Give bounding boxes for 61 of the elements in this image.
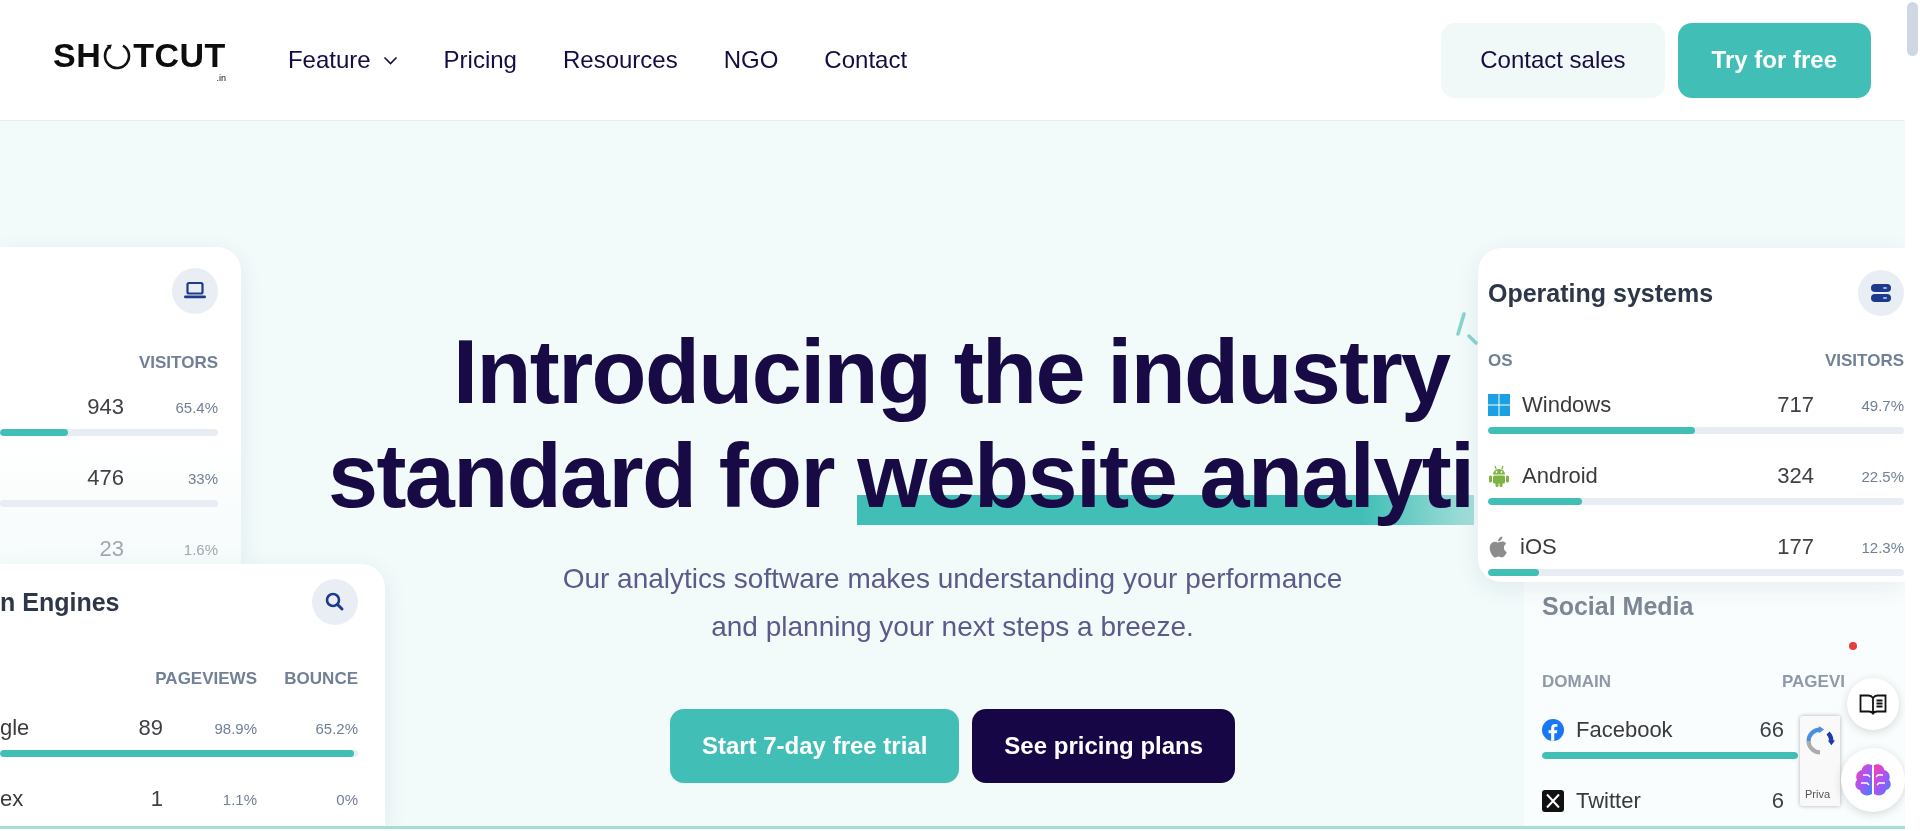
server-icon (1858, 270, 1904, 316)
row-label: gle (0, 715, 30, 741)
laptop-icon (172, 268, 218, 314)
badge-label: Priva (1805, 788, 1831, 800)
column-header: VISITORS (1824, 351, 1904, 371)
book-icon (1859, 693, 1887, 715)
windows-logo-icon (1488, 394, 1510, 416)
nav-link[interactable]: Pricing (443, 46, 517, 74)
count-value: 476 (87, 465, 124, 491)
percent-value: 98.9% (214, 719, 257, 737)
nav-link[interactable]: Contact (824, 46, 908, 74)
apple-logo-icon (1488, 536, 1508, 558)
percent-value: 33% (187, 469, 218, 487)
percent-value: 49.7% (1861, 396, 1904, 414)
column-header: OS (1488, 351, 1513, 371)
percent-value: 12.3% (1861, 538, 1904, 556)
nav-link[interactable]: Feature (287, 46, 398, 74)
row-label: Android (1522, 463, 1598, 489)
secondary-button[interactable]: Contact sales (1441, 22, 1665, 98)
count-value: 717 (1777, 392, 1814, 418)
row-label: Windows (1522, 392, 1612, 418)
bounce-rate: 65.2% (315, 719, 358, 737)
search-icon (312, 579, 358, 625)
android-logo-icon (1488, 465, 1510, 487)
count-value: 66 (1759, 717, 1784, 743)
card-title: Operating systems (1488, 278, 1714, 308)
card-title: Social Media (1542, 591, 1694, 621)
column-header: DOMAIN (1542, 672, 1611, 692)
scrollbar-thumb[interactable] (1907, 2, 1918, 56)
chevron-down-icon (382, 55, 398, 65)
row-label: iOS (1520, 534, 1557, 560)
card-title: n Engines (0, 587, 120, 617)
brain-icon (1853, 763, 1893, 797)
column-header: PAGEVI (1782, 672, 1845, 692)
count-value: 23 (99, 536, 124, 562)
row-label: Facebook (1576, 717, 1673, 743)
percent-value: 65.4% (175, 398, 218, 416)
count-value: 324 (1777, 463, 1814, 489)
percent-value: 1.6% (183, 540, 218, 558)
nav-link[interactable]: Resources (562, 46, 678, 74)
secondary-button[interactable]: See pricing plans (972, 709, 1236, 783)
percent-value: 22.5% (1861, 467, 1904, 485)
hero-subtitle: Our analytics software makes understanding your performance and planning your next steps a breeze. (561, 562, 1344, 644)
count-value: 6 (1771, 788, 1784, 814)
row-label: ex (0, 786, 24, 812)
circular-arrows-icon (1805, 726, 1835, 756)
facebook-logo-icon (1542, 719, 1564, 741)
bounce-rate: 0% (336, 790, 358, 808)
privacy-badge[interactable]: Priva (1800, 716, 1840, 806)
column-header: VISITORS (138, 353, 218, 373)
percent-value: 1.1% (222, 790, 257, 808)
nav-link[interactable]: NGO (723, 46, 779, 74)
row-label: Twitter (1576, 788, 1641, 814)
column-header: BOUNCE (284, 669, 358, 689)
column-header: PAGEVIEWS (155, 669, 257, 689)
x-logo-icon (1542, 790, 1564, 812)
count-value: 89 (138, 715, 163, 741)
count-value: 177 (1777, 534, 1814, 560)
count-value: 943 (87, 394, 124, 420)
count-value: 1 (150, 786, 163, 812)
logo[interactable]: SH TCUT .in (53, 37, 226, 83)
